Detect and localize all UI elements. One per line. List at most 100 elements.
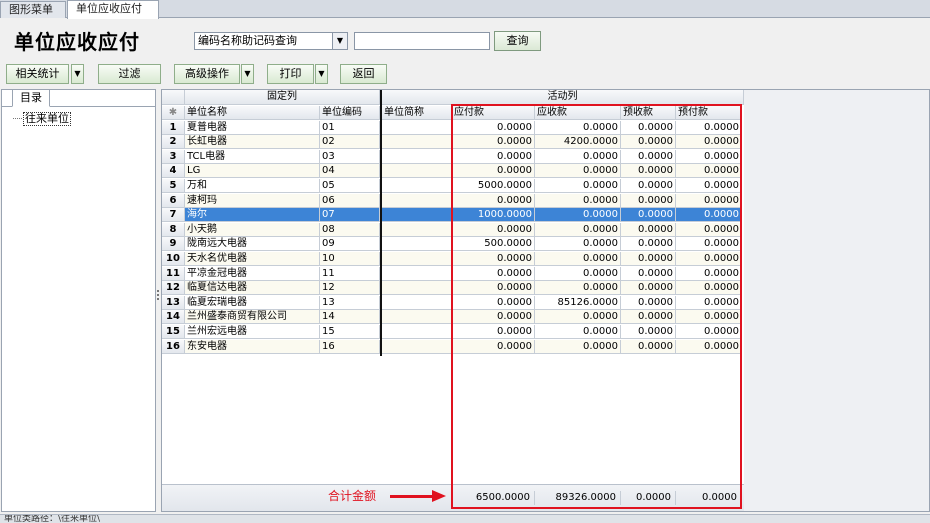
cell-unit-name[interactable]: 速柯玛 (185, 193, 320, 208)
cell-unit-name[interactable]: 临夏信达电器 (185, 281, 320, 296)
column-header-unit-name[interactable]: 单位名称 (185, 106, 320, 120)
cell-unit-code[interactable]: 10 (320, 252, 380, 266)
chevron-down-icon[interactable]: ▼ (332, 33, 347, 49)
cell-unit-short-name[interactable] (382, 281, 452, 296)
cell-unit-name[interactable]: 临夏宏瑞电器 (185, 295, 320, 310)
row-number[interactable]: 1 (162, 120, 185, 135)
cell-unit-name[interactable]: 万和 (185, 179, 320, 193)
search-mode-value: 编码名称助记码查询 (198, 34, 297, 47)
cell-unit-name[interactable]: 长虹电器 (185, 135, 320, 150)
column-header-unit-short-name[interactable]: 单位简称 (382, 106, 452, 120)
chevron-down-icon[interactable]: ▼ (315, 64, 328, 84)
cell-unit-code[interactable]: 05 (320, 179, 380, 193)
row-number[interactable]: 15 (162, 325, 185, 339)
tree-item-partner-units[interactable]: 往来单位 (23, 112, 71, 126)
row-number[interactable]: 9 (162, 237, 185, 252)
row-number[interactable]: 3 (162, 149, 185, 164)
row-number[interactable]: 10 (162, 252, 185, 266)
cell-unit-short-name[interactable] (382, 179, 452, 193)
filter-button[interactable]: 过滤 (98, 64, 161, 84)
cell-unit-short-name[interactable] (382, 325, 452, 339)
active-columns-header: 活动列 (382, 90, 744, 105)
annotation-arrow-line (390, 495, 436, 498)
cell-unit-name[interactable]: LG (185, 164, 320, 179)
row-number[interactable]: 8 (162, 222, 185, 237)
row-number[interactable]: 6 (162, 193, 185, 208)
cell-unit-short-name[interactable] (382, 339, 452, 354)
cell-unit-code[interactable]: 13 (320, 295, 380, 310)
cell-unit-name[interactable]: 天水名优电器 (185, 252, 320, 266)
chevron-down-icon[interactable]: ▼ (71, 64, 84, 84)
advanced-ops-button[interactable]: 高级操作 (174, 64, 240, 84)
cell-unit-short-name[interactable] (382, 252, 452, 266)
row-number[interactable]: 12 (162, 281, 185, 296)
cell-unit-short-name[interactable] (382, 295, 452, 310)
corner-header (162, 90, 185, 105)
cell-unit-code[interactable]: 15 (320, 325, 380, 339)
column-header-unit-code[interactable]: 单位编码 (320, 106, 380, 120)
cell-unit-name[interactable]: 小天鹅 (185, 222, 320, 237)
row-number[interactable]: 11 (162, 266, 185, 281)
annotation-highlight-box (451, 104, 742, 509)
row-number[interactable]: 2 (162, 135, 185, 150)
row-number[interactable]: 7 (162, 208, 185, 223)
cell-unit-code[interactable]: 09 (320, 237, 380, 252)
total-amount-label: 合计金额 (328, 489, 377, 503)
related-stats-button[interactable]: 相关统计 (6, 64, 69, 84)
cell-unit-name[interactable]: 东安电器 (185, 339, 320, 354)
cell-unit-code[interactable]: 08 (320, 222, 380, 237)
tree-connector (13, 118, 22, 119)
search-input[interactable] (354, 32, 490, 50)
cell-unit-name[interactable]: 海尔 (185, 208, 320, 223)
cell-unit-name[interactable]: 兰州盛泰商贸有限公司 (185, 310, 320, 325)
tab-bar: 图形菜单 单位应收应付 (0, 0, 930, 19)
query-button[interactable]: 查询 (494, 31, 541, 51)
cell-unit-short-name[interactable] (382, 149, 452, 164)
cell-unit-short-name[interactable] (382, 222, 452, 237)
cell-unit-code[interactable]: 12 (320, 281, 380, 296)
cell-unit-short-name[interactable] (382, 266, 452, 281)
cell-unit-code[interactable]: 07 (320, 208, 380, 223)
cell-unit-code[interactable]: 11 (320, 266, 380, 281)
cell-unit-short-name[interactable] (382, 164, 452, 179)
cell-unit-code[interactable]: 06 (320, 193, 380, 208)
cell-unit-name[interactable]: 陇南远大电器 (185, 237, 320, 252)
chevron-down-icon[interactable]: ▼ (241, 64, 254, 84)
cell-unit-code[interactable]: 16 (320, 339, 380, 354)
back-button[interactable]: 返回 (340, 64, 387, 84)
arrow-right-icon (432, 490, 446, 502)
cell-unit-short-name[interactable] (382, 237, 452, 252)
print-button[interactable]: 打印 (267, 64, 314, 84)
catalog-tab[interactable]: 目录 (12, 89, 50, 107)
cell-unit-code[interactable]: 01 (320, 120, 380, 135)
row-number[interactable]: 14 (162, 310, 185, 325)
grid-empty-area (744, 90, 929, 511)
row-number[interactable]: 13 (162, 295, 185, 310)
row-header-marker: ✱ (162, 106, 185, 120)
cell-unit-code[interactable]: 04 (320, 164, 380, 179)
tab-graphic-menu[interactable]: 图形菜单 (0, 1, 66, 18)
row-number[interactable]: 4 (162, 164, 185, 179)
cell-unit-short-name[interactable] (382, 193, 452, 208)
cell-unit-code[interactable]: 14 (320, 310, 380, 325)
fixed-columns-header: 固定列 (185, 90, 380, 105)
cell-unit-code[interactable]: 03 (320, 149, 380, 164)
cell-unit-name[interactable]: TCL电器 (185, 149, 320, 164)
fixed-column-divider (380, 90, 382, 356)
cell-unit-name[interactable]: 平凉金冠电器 (185, 266, 320, 281)
cell-unit-name[interactable]: 兰州宏远电器 (185, 325, 320, 339)
cell-unit-short-name[interactable] (382, 310, 452, 325)
cell-unit-short-name[interactable] (382, 208, 452, 223)
cell-unit-short-name[interactable] (382, 120, 452, 135)
cell-unit-name[interactable]: 夏普电器 (185, 120, 320, 135)
row-number[interactable]: 16 (162, 339, 185, 354)
search-mode-select[interactable]: 编码名称助记码查询 ▼ (194, 32, 348, 50)
tab-unit-receivable-payable[interactable]: 单位应收应付 (67, 0, 159, 19)
page-title: 单位应收应付 (14, 30, 140, 54)
splitter-handle[interactable] (157, 290, 160, 306)
cell-unit-short-name[interactable] (382, 135, 452, 150)
status-bar: 单位类路径：\往来单位\ (0, 514, 930, 523)
row-number[interactable]: 5 (162, 179, 185, 193)
cell-unit-code[interactable]: 02 (320, 135, 380, 150)
catalog-panel: 目录 往来单位 (1, 89, 156, 512)
